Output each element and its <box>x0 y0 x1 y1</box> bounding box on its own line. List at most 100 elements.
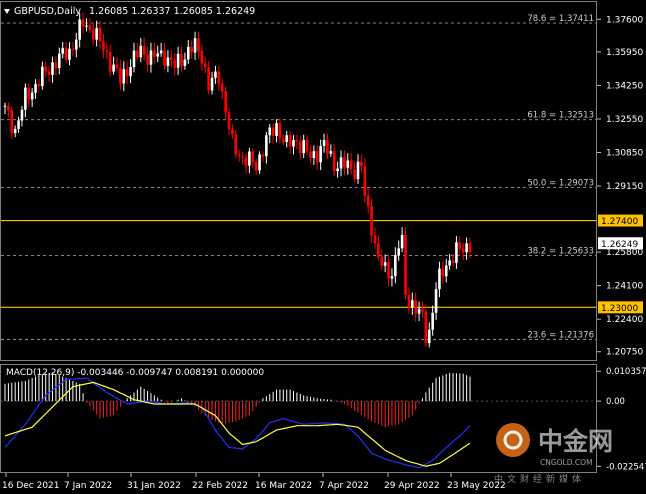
candle-bull <box>444 265 448 277</box>
candle-bear <box>146 54 149 65</box>
candle-bear <box>380 256 384 266</box>
candle-bear <box>298 141 302 154</box>
watermark-logo: 中金网 CNGOLD.COM 中文财经新媒体 <box>494 423 613 485</box>
candle-bull <box>312 151 316 158</box>
candle-bear <box>461 248 465 253</box>
candle-bull <box>438 268 441 290</box>
candle-bull <box>78 19 81 40</box>
candle-bull <box>68 48 71 60</box>
candle-bull <box>34 83 37 93</box>
candle-bull <box>285 135 289 143</box>
candle-bull <box>85 25 88 27</box>
candle-bear <box>108 51 112 72</box>
candle-bull <box>186 46 190 60</box>
candle-bear <box>105 50 109 52</box>
candle-bear <box>387 262 390 279</box>
price-tick-label: 1.34250 <box>606 81 643 91</box>
candle-bear <box>353 169 356 180</box>
candle-bear <box>244 157 248 166</box>
candle-bull <box>410 300 414 308</box>
candle-bear <box>332 151 336 172</box>
fib-level-label: 23.6 = 1.21376 <box>527 330 594 340</box>
candle-bear <box>190 46 193 53</box>
fib-level-label: 61.8 = 1.32513 <box>527 111 594 121</box>
price-tick-label: 1.29150 <box>606 182 643 192</box>
chart-header: GBPUSD,Daily 1.26085 1.26337 1.26085 1.2… <box>4 6 255 17</box>
candle-bull <box>248 151 251 166</box>
candle-bear <box>404 234 407 296</box>
candle-bear <box>271 127 275 136</box>
symbol-timeframe: GBPUSD,Daily <box>14 6 81 17</box>
macd-axis: 0.010357 0.00 -0.022547 <box>597 367 646 472</box>
candle-bear <box>102 41 105 51</box>
price-panel[interactable]: 78.6 = 1.37411 61.8 = 1.32513 50.0 = 1.290… <box>0 1 644 361</box>
candle-bear <box>220 83 224 92</box>
current-price-marker: 1.26249 <box>598 237 643 250</box>
date-tick-label: 31 Jan 2022 <box>127 481 181 491</box>
trading-chart[interactable]: 78.6 = 1.37411 61.8 = 1.32513 50.0 = 1.290… <box>0 0 646 494</box>
candle-bear <box>136 50 139 58</box>
candle-bull <box>400 234 404 249</box>
candle-bear <box>295 140 299 142</box>
candle-bear <box>451 260 455 264</box>
candle-bull <box>20 109 24 121</box>
candle-bull <box>74 39 78 50</box>
candle-bull <box>132 50 136 68</box>
candle-bull <box>156 53 160 57</box>
fib-level-label: 50.0 = 1.29073 <box>527 179 594 189</box>
candle-bear <box>81 19 85 27</box>
candle-bear <box>468 243 472 253</box>
current-price-label: 1.26249 <box>601 240 638 250</box>
candle-bear <box>37 83 41 87</box>
candle-bear <box>91 29 95 40</box>
candle-bear <box>200 50 204 64</box>
candle-bull <box>149 50 153 65</box>
candle-bear <box>421 309 424 312</box>
candle-bear <box>64 48 68 60</box>
cngold-logo-icon <box>496 423 530 457</box>
candle-bear <box>234 134 238 155</box>
candle-bull <box>275 123 278 136</box>
candle-bear <box>170 57 173 61</box>
price-tick-label: 1.35950 <box>606 48 643 58</box>
candle-bull <box>210 77 214 91</box>
candle-bull <box>397 248 401 256</box>
candle-bear <box>98 28 102 42</box>
candle-bear <box>305 140 309 152</box>
candle-bull <box>129 67 132 77</box>
candle-bull <box>336 168 339 172</box>
date-tick-label: 16 Dec 2021 <box>2 481 60 491</box>
candle-bull <box>3 105 7 107</box>
candle-bear <box>27 87 31 100</box>
candle-bull <box>356 161 360 180</box>
candle-bear <box>88 25 92 30</box>
candle-bear <box>278 123 282 139</box>
candle-bear <box>326 140 329 154</box>
candle-bear <box>288 135 292 147</box>
watermark-url: CNGOLD.COM <box>540 458 593 467</box>
candle-bear <box>224 91 227 113</box>
fib-level-label: 38.2 = 1.25633 <box>527 246 594 256</box>
macd-tick-label: 0.010357 <box>606 367 646 377</box>
macd-tick-label: -0.022547 <box>606 462 646 472</box>
candle-bear <box>71 48 75 50</box>
macd-panel[interactable] <box>0 364 597 473</box>
candle-bear <box>217 71 221 84</box>
candle-bull <box>322 140 326 146</box>
candle-bull <box>448 260 451 266</box>
candle-bear <box>142 45 146 55</box>
price-tick-label: 1.32550 <box>606 115 643 125</box>
price-tick-label: 1.22400 <box>606 315 643 325</box>
candle-bull <box>268 127 272 136</box>
candle-bear <box>231 129 234 135</box>
candle-bear <box>115 64 119 68</box>
candle-bear <box>261 154 265 157</box>
ohlc-values: 1.26085 1.26337 1.26085 1.26249 <box>89 6 255 17</box>
candle-bear <box>363 166 367 196</box>
candle-bull <box>329 151 333 154</box>
candle-bear <box>407 295 411 308</box>
date-tick-label: 7 Jan 2022 <box>64 481 112 491</box>
candle-bull <box>214 71 217 78</box>
candle-bear <box>125 69 129 77</box>
candle-bear <box>207 67 210 91</box>
